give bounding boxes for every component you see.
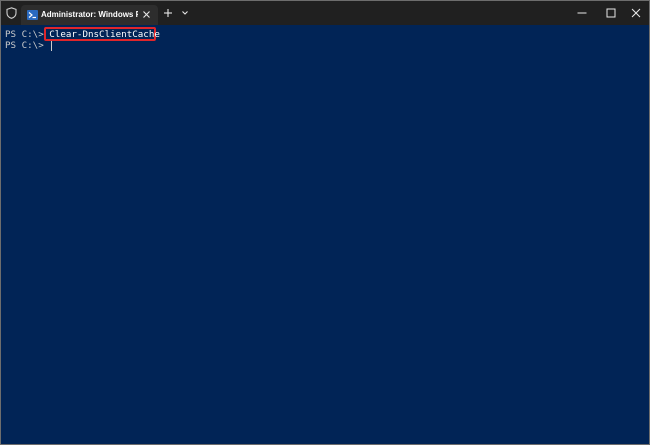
command-text: Clear-DnsClientCache xyxy=(49,29,160,40)
console-area[interactable]: PS C:\> Clear-DnsClientCache PS C:\> xyxy=(1,25,649,444)
close-icon xyxy=(631,8,641,18)
plus-icon[interactable] xyxy=(161,6,175,20)
minimize-button[interactable] xyxy=(567,1,597,25)
prompt: PS C:\> xyxy=(5,29,50,40)
title-bar: Administrator: Windows PowerShell xyxy=(1,1,649,25)
console-line: PS C:\> Clear-DnsClientCache xyxy=(5,29,160,40)
powershell-icon xyxy=(27,10,38,20)
maximize-icon xyxy=(606,8,616,18)
shield-icon xyxy=(6,7,17,19)
tab-title: Administrator: Windows PowerShell xyxy=(41,10,138,19)
minimize-icon xyxy=(577,12,587,14)
close-button[interactable] xyxy=(621,1,649,25)
tab-powershell[interactable]: Administrator: Windows PowerShell xyxy=(21,5,158,25)
chevron-down-icon[interactable] xyxy=(179,6,191,20)
close-icon[interactable] xyxy=(141,9,152,20)
terminal-window: Administrator: Windows PowerShell xyxy=(0,0,650,445)
console-line: PS C:\> xyxy=(5,40,53,51)
prompt: PS C:\> xyxy=(5,40,50,51)
text-cursor xyxy=(51,40,53,51)
